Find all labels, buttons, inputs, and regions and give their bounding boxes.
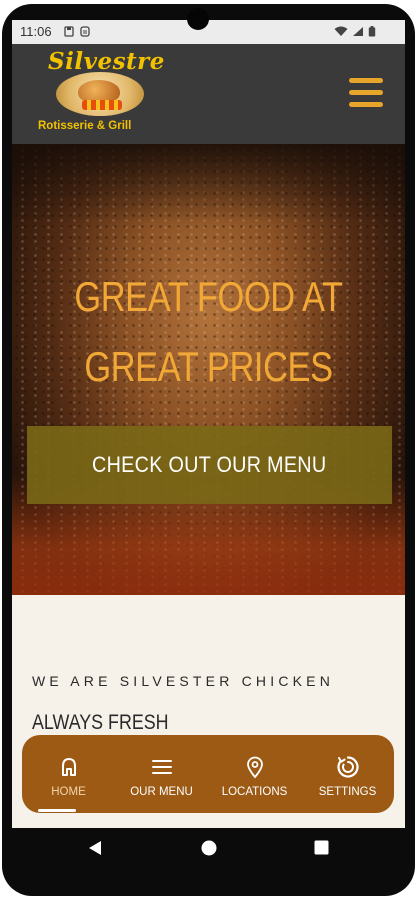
check-out-menu-label: CHECK OUT OUR MENU (92, 452, 327, 477)
system-nav-bar (12, 828, 405, 872)
section-tagline: WE ARE SILVESTER CHICKEN (32, 673, 335, 689)
tab-locations-label: LOCATIONS (221, 786, 288, 798)
sync-icon (80, 26, 90, 37)
hamburger-icon[interactable] (349, 76, 385, 110)
storage-icon (64, 26, 74, 37)
settings-icon (336, 756, 359, 778)
signal-icon (353, 27, 363, 36)
check-out-menu-button[interactable]: CHECK OUT OUR MENU (27, 426, 392, 504)
home-button-icon[interactable] (201, 840, 217, 856)
section-subhead: ALWAYS FRESH (32, 711, 169, 734)
logo-subtitle: Rotisserie & Grill (38, 120, 132, 132)
tab-settings[interactable]: SETTINGS (301, 735, 394, 813)
front-camera (187, 8, 209, 30)
bottom-tab-bar: HOME OUR MENU LOCATIONS SETTINGS (22, 735, 394, 813)
tab-home-label: HOME (51, 786, 86, 798)
flame-icon (82, 100, 122, 110)
tab-our-menu-label: OUR MENU (130, 786, 193, 798)
back-icon[interactable] (88, 840, 102, 856)
hero-banner: GREAT FOOD AT GREAT PRICES CHECK OUT OUR… (12, 144, 405, 595)
active-tab-indicator (38, 809, 76, 812)
app-header: Silvestre Rotisserie & Grill (12, 44, 405, 144)
hero-title-line2: GREAT PRICES (84, 343, 333, 390)
phone-frame: 11:06 Silvestre Rotisserie & Grill GREAT… (0, 0, 417, 900)
location-pin-icon (246, 756, 263, 779)
hero-title: GREAT FOOD AT GREAT PRICES (47, 262, 369, 402)
status-bar: 11:06 (12, 20, 405, 44)
hero-title-line1: GREAT FOOD AT (74, 273, 343, 320)
recents-icon[interactable] (314, 840, 329, 855)
tab-locations[interactable]: LOCATIONS (208, 735, 301, 813)
logo-brand-text: Silvestre (48, 48, 165, 75)
status-time: 11:06 (20, 24, 52, 39)
app-screen: 11:06 Silvestre Rotisserie & Grill GREAT… (12, 20, 405, 828)
tab-settings-label: SETTINGS (318, 786, 377, 798)
home-icon (61, 758, 76, 776)
tab-our-menu[interactable]: OUR MENU (115, 735, 208, 813)
tab-home[interactable]: HOME (22, 735, 115, 813)
battery-icon (368, 26, 376, 37)
wifi-icon (334, 26, 348, 36)
menu-list-icon (151, 760, 172, 774)
brand-logo[interactable]: Silvestre Rotisserie & Grill (34, 48, 174, 140)
